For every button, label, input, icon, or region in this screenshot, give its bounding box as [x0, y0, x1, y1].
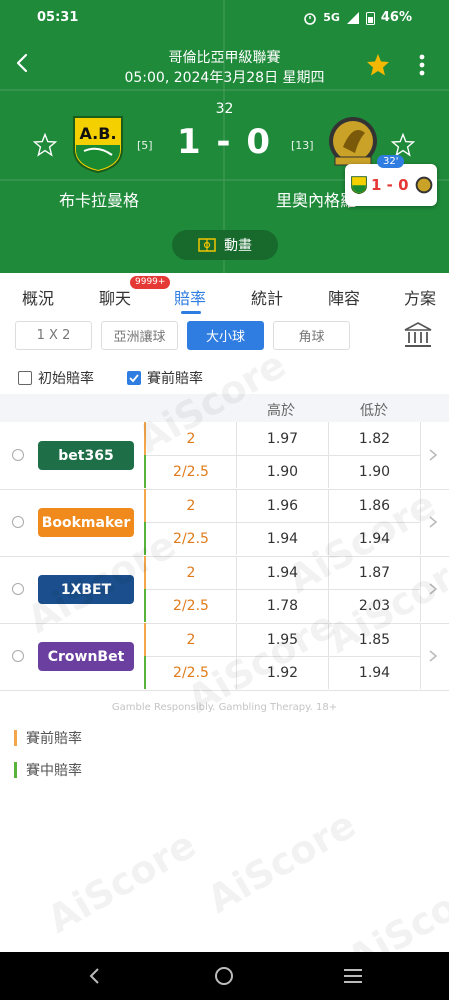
- handicap-live: 2/2.5: [173, 597, 209, 614]
- segment-over-under[interactable]: 大小球: [187, 321, 264, 350]
- tab-chat[interactable]: 聊天: [99, 285, 131, 309]
- mini-score: 1 - 0: [371, 176, 409, 194]
- legend-pre-match: 賽前賠率: [14, 728, 82, 748]
- match-tabs: 概況 聊天 賠率 統計 陣容 方案: [0, 273, 449, 315]
- legend-live-label: 賽中賠率: [26, 763, 82, 779]
- over-odds-pre: 1.96: [266, 497, 299, 514]
- bookmaker-logo[interactable]: Bookmaker: [38, 508, 134, 537]
- active-tab-indicator: [181, 311, 201, 314]
- status-time: 05:31: [37, 10, 79, 25]
- follow-home-star-icon[interactable]: [33, 133, 57, 157]
- tab-stats[interactable]: 統計: [251, 285, 283, 309]
- over-odds-live: 1.90: [266, 463, 299, 480]
- cell-divider: [420, 422, 421, 488]
- away-team-crest-icon[interactable]: [325, 115, 381, 171]
- svg-text:A.B.: A.B.: [79, 124, 116, 143]
- home-team-name[interactable]: 布卡拉曼格: [59, 187, 139, 211]
- tab-lineup[interactable]: 陣容: [328, 285, 360, 309]
- battery-level: 46%: [380, 10, 412, 25]
- segment-1x2[interactable]: 1 X 2: [15, 321, 92, 350]
- nav-back-icon[interactable]: [86, 967, 104, 985]
- select-radio[interactable]: [12, 650, 24, 662]
- bookmaker-logo[interactable]: CrownBet: [38, 642, 134, 671]
- mini-away-crest-icon: [415, 176, 433, 194]
- match-header: 05:31 5G 46% 哥倫比亞甲級聯賽 05:00, 2024年3月28日 …: [0, 0, 449, 273]
- home-rank: [5]: [137, 139, 153, 152]
- watermark: AiScore: [199, 802, 364, 922]
- legend-pre-match-label: 賽前賠率: [26, 731, 82, 747]
- away-rank: [13]: [291, 139, 314, 152]
- mini-home-crest-icon: [351, 176, 367, 194]
- away-team-name[interactable]: 里奧內格羅: [276, 187, 356, 211]
- header-under: 低於: [360, 403, 388, 419]
- follow-away-star-icon[interactable]: [391, 133, 415, 157]
- row-divider: [146, 455, 420, 456]
- animation-label: 動畫: [224, 238, 252, 254]
- chat-count-badge: 9999+: [130, 276, 171, 289]
- nav-home-icon[interactable]: [214, 966, 234, 986]
- home-team-crest-icon[interactable]: A.B.: [72, 115, 124, 173]
- legend-live: 賽中賠率: [14, 760, 82, 780]
- battery-icon: [365, 11, 375, 25]
- under-odds-pre: 1.82: [358, 430, 391, 447]
- legend-live-swatch: [14, 762, 17, 778]
- under-odds-live: 1.90: [358, 463, 391, 480]
- bank-icon[interactable]: [403, 320, 433, 350]
- nav-recents-icon[interactable]: [343, 967, 363, 985]
- select-radio[interactable]: [12, 516, 24, 528]
- checkbox-checked-icon: [127, 371, 141, 385]
- header-over: 高於: [267, 403, 295, 419]
- animation-button[interactable]: 動畫: [172, 230, 278, 260]
- tab-overview[interactable]: 概況: [22, 285, 54, 309]
- network-label: 5G: [323, 11, 340, 24]
- status-bar: 05:31 5G 46%: [0, 10, 449, 28]
- checkbox-unchecked-icon: [18, 371, 32, 385]
- pre-match-odds-checkbox[interactable]: 賽前賠率: [127, 368, 203, 388]
- handicap-live: 2/2.5: [173, 463, 209, 480]
- system-navigation-bar: [0, 952, 449, 1000]
- signal-icon: [346, 11, 359, 24]
- initial-odds-checkbox[interactable]: 初始賠率: [18, 368, 94, 388]
- match-minute: 32: [215, 101, 234, 117]
- alarm-icon: [304, 12, 316, 25]
- handicap-pre: 2: [186, 497, 196, 514]
- watermark: AiScore: [39, 822, 204, 942]
- legend-pre-match-swatch: [14, 730, 17, 746]
- tab-odds[interactable]: 賠率: [174, 285, 206, 309]
- select-radio[interactable]: [12, 583, 24, 595]
- select-radio[interactable]: [12, 449, 24, 461]
- segment-corners[interactable]: 角球: [273, 321, 350, 350]
- chevron-right-icon[interactable]: [428, 448, 438, 462]
- cell-divider: [420, 623, 421, 689]
- initial-odds-label: 初始賠率: [38, 371, 94, 387]
- handicap-pre: 2: [186, 631, 196, 648]
- over-odds-pre: 1.97: [266, 430, 299, 447]
- tab-tips[interactable]: 方案: [404, 285, 436, 309]
- odds-row[interactable]: bet365 2 1.97 1.82 2/2.5 1.90 1.90: [0, 422, 449, 490]
- more-options-icon[interactable]: [414, 54, 430, 78]
- floating-score-widget[interactable]: 32' 1 - 0: [345, 155, 437, 206]
- favorite-star-icon[interactable]: [366, 53, 390, 77]
- segment-asian-handicap[interactable]: 亞洲讓球: [101, 321, 178, 350]
- mini-minute: 32': [377, 155, 405, 168]
- pitch-icon: [198, 238, 216, 252]
- bookmaker-logo[interactable]: bet365: [38, 441, 134, 470]
- chevron-right-icon[interactable]: [428, 649, 438, 663]
